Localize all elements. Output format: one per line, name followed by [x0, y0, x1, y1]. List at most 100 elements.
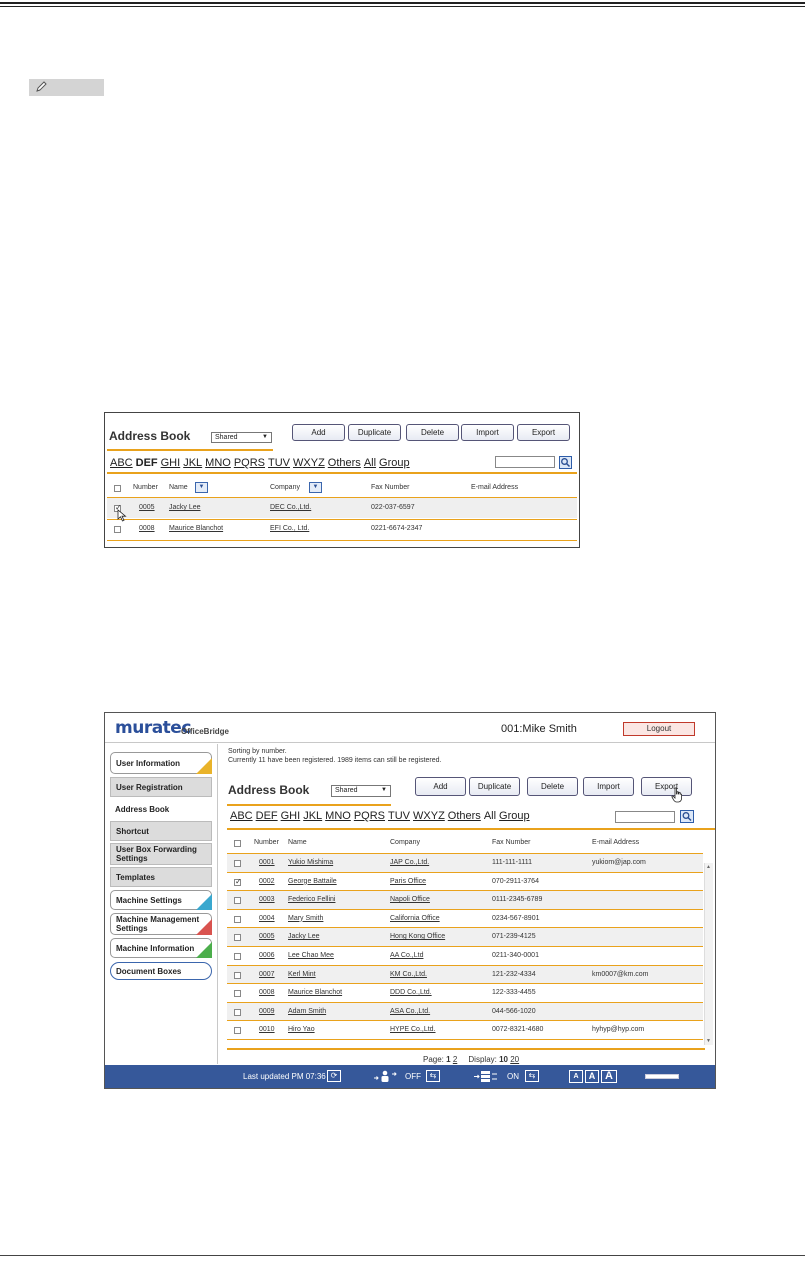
- scroll-down-icon[interactable]: ▼: [706, 1038, 711, 1044]
- row-checkbox[interactable]: [234, 897, 241, 905]
- cell-number[interactable]: 0001: [259, 859, 275, 866]
- index-link-pqrs[interactable]: PQRS: [354, 810, 385, 822]
- sidebar-tab-user-information[interactable]: User Information: [110, 752, 212, 774]
- sidebar-item-user-box-forwarding[interactable]: User Box Forwarding Settings: [110, 843, 212, 865]
- logout-button[interactable]: Logout: [623, 722, 695, 736]
- cell-number[interactable]: 0007: [259, 971, 275, 978]
- cell-number[interactable]: 0008: [259, 989, 275, 996]
- company-sort-button[interactable]: ▼: [309, 482, 322, 493]
- page-link-2[interactable]: 2: [453, 1055, 457, 1064]
- index-link-jkl[interactable]: JKL: [303, 810, 322, 822]
- sidebar-tab-machine-management[interactable]: Machine Management Settings: [110, 913, 212, 935]
- cell-number[interactable]: 0009: [259, 1008, 275, 1015]
- cell-name[interactable]: Maurice Blanchot: [169, 525, 223, 532]
- toggle-arrows-icon[interactable]: ⇆: [525, 1070, 539, 1082]
- cell-name[interactable]: Kerl Mint: [288, 971, 316, 978]
- index-link-wxyz[interactable]: WXYZ: [413, 810, 445, 822]
- export-button[interactable]: Export: [517, 424, 570, 441]
- sidebar-item-shortcut[interactable]: Shortcut: [110, 821, 212, 841]
- index-link-ghi[interactable]: GHI: [281, 810, 301, 822]
- sidebar-item-user-registration[interactable]: User Registration: [110, 777, 212, 797]
- cell-number[interactable]: 0006: [259, 952, 275, 959]
- refresh-icon[interactable]: ⟳: [327, 1070, 341, 1082]
- duplicate-button[interactable]: Duplicate: [469, 777, 520, 796]
- index-link-all[interactable]: All: [484, 810, 496, 822]
- cell-company[interactable]: DDD Co.,Ltd.: [390, 989, 432, 996]
- index-link-tuv[interactable]: TUV: [388, 810, 410, 822]
- cell-name[interactable]: Mary Smith: [288, 915, 323, 922]
- sidebar-item-templates[interactable]: Templates: [110, 867, 212, 887]
- toggle-arrows-icon[interactable]: ⇆: [426, 1070, 440, 1082]
- index-link-others[interactable]: Others: [448, 810, 481, 822]
- cell-number[interactable]: 0003: [259, 896, 275, 903]
- delete-button[interactable]: Delete: [527, 777, 578, 796]
- import-button[interactable]: Import: [583, 777, 634, 796]
- cell-company[interactable]: ASA Co.,Ltd.: [390, 1008, 430, 1015]
- search-input[interactable]: [495, 456, 555, 468]
- cell-company[interactable]: California Office: [390, 915, 440, 922]
- cell-name[interactable]: Federico Fellini: [288, 896, 335, 903]
- cell-number[interactable]: 0010: [259, 1026, 275, 1033]
- sidebar-tab-machine-information[interactable]: Machine Information: [110, 938, 212, 958]
- export-button[interactable]: Export: [641, 777, 692, 796]
- row-checkbox[interactable]: [234, 915, 241, 923]
- index-link-jkl[interactable]: JKL: [183, 457, 202, 469]
- cell-name[interactable]: Adam Smith: [288, 1008, 326, 1015]
- cell-name[interactable]: George Battaile: [288, 878, 337, 885]
- cell-company[interactable]: AA Co.,Ltd: [390, 952, 423, 959]
- cell-company[interactable]: Napoli Office: [390, 896, 430, 903]
- row-checkbox[interactable]: [234, 860, 241, 867]
- font-size-button[interactable]: A: [601, 1070, 617, 1083]
- row-checkbox[interactable]: [234, 1027, 241, 1035]
- index-link-all[interactable]: All: [364, 457, 376, 469]
- cell-number[interactable]: 0008: [139, 525, 155, 532]
- font-size-button[interactable]: A: [569, 1070, 583, 1083]
- row-checkbox[interactable]: [234, 953, 241, 960]
- index-link-mno[interactable]: MNO: [325, 810, 351, 822]
- select-all-checkbox[interactable]: [114, 485, 121, 492]
- index-link-def[interactable]: DEF: [136, 457, 158, 469]
- sidebar-item-address-book[interactable]: Address Book: [110, 799, 212, 819]
- add-button[interactable]: Add: [415, 777, 466, 796]
- name-sort-button[interactable]: ▼: [195, 482, 208, 493]
- cell-number[interactable]: 0002: [259, 878, 275, 885]
- index-link-abc[interactable]: ABC: [110, 457, 133, 469]
- cell-company[interactable]: Paris Office: [390, 878, 426, 885]
- select-all-checkbox[interactable]: [234, 840, 241, 847]
- import-button[interactable]: Import: [461, 424, 514, 441]
- font-size-button[interactable]: A: [585, 1070, 599, 1083]
- index-link-pqrs[interactable]: PQRS: [234, 457, 265, 469]
- index-link-abc[interactable]: ABC: [230, 810, 253, 822]
- sidebar-tab-document-boxes[interactable]: Document Boxes: [110, 962, 212, 980]
- index-link-others[interactable]: Others: [328, 457, 361, 469]
- cell-company[interactable]: Hong Kong Office: [390, 933, 445, 940]
- cell-number[interactable]: 0004: [259, 915, 275, 922]
- add-button[interactable]: Add: [292, 424, 345, 441]
- row-checkbox[interactable]: [234, 934, 241, 942]
- cell-number[interactable]: 0005: [139, 504, 155, 511]
- cell-name[interactable]: Jacky Lee: [288, 933, 320, 940]
- index-link-tuv[interactable]: TUV: [268, 457, 290, 469]
- index-link-group[interactable]: Group: [499, 810, 530, 822]
- index-link-ghi[interactable]: GHI: [161, 457, 181, 469]
- row-checkbox[interactable]: [234, 877, 242, 886]
- cell-company[interactable]: KM Co.,Ltd.: [390, 971, 427, 978]
- search-input[interactable]: [615, 811, 675, 823]
- row-checkbox[interactable]: [114, 526, 121, 533]
- delete-button[interactable]: Delete: [406, 424, 459, 441]
- row-checkbox[interactable]: [234, 971, 241, 979]
- index-link-wxyz[interactable]: WXYZ: [293, 457, 325, 469]
- cell-number[interactable]: 0005: [259, 933, 275, 940]
- index-link-def[interactable]: DEF: [256, 810, 278, 822]
- row-checkbox[interactable]: [234, 990, 241, 998]
- cell-company[interactable]: HYPE Co.,Ltd.: [390, 1026, 436, 1033]
- duplicate-button[interactable]: Duplicate: [348, 424, 401, 441]
- index-link-mno[interactable]: MNO: [205, 457, 231, 469]
- table-scrollbar[interactable]: ▲ ▼: [704, 863, 713, 1045]
- cell-name[interactable]: Jacky Lee: [169, 504, 201, 511]
- cell-name[interactable]: Lee Chao Mee: [288, 952, 334, 959]
- scroll-up-icon[interactable]: ▲: [706, 864, 711, 870]
- cell-name[interactable]: Maurice Blanchot: [288, 989, 342, 996]
- cell-name[interactable]: Hiro Yao: [288, 1026, 315, 1033]
- search-button[interactable]: [680, 810, 694, 823]
